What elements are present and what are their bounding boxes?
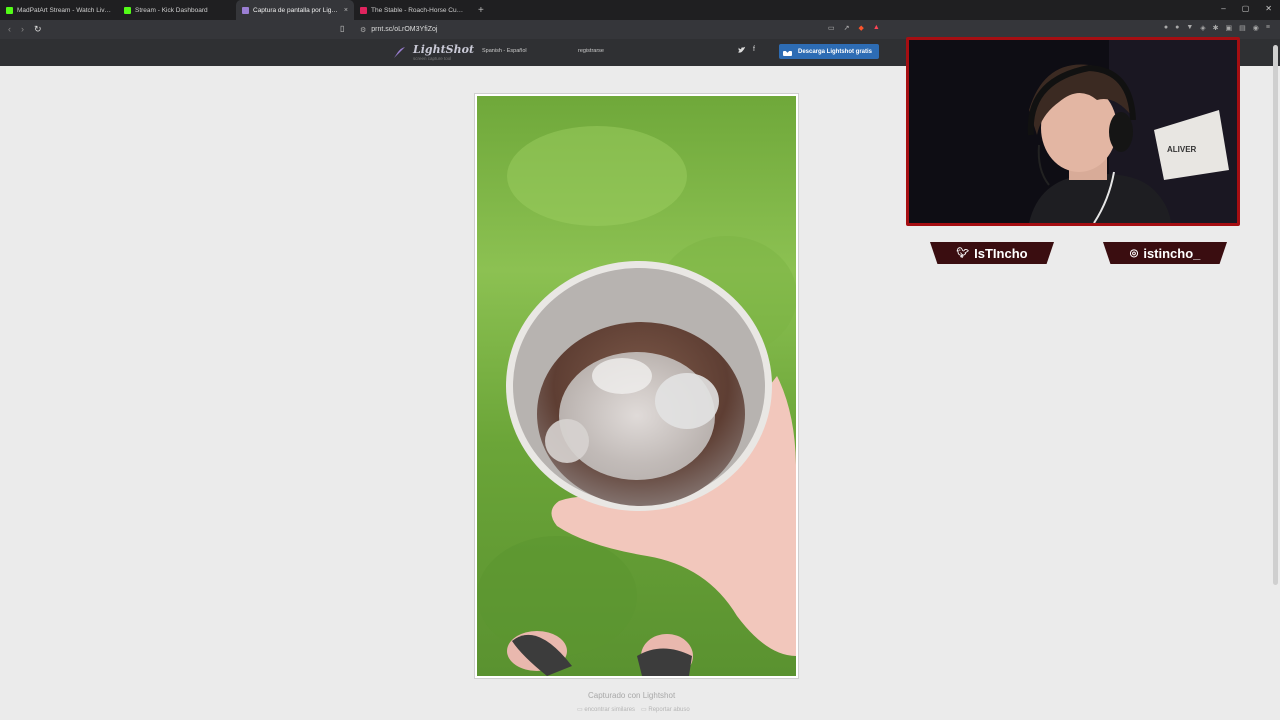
webcam-overlay: ALIVER: [906, 37, 1240, 226]
new-tab-button[interactable]: +: [478, 5, 484, 16]
bookmark-icon[interactable]: ▯: [340, 24, 344, 33]
tab-title: Captura de pantalla por Lightsh: [253, 6, 341, 14]
twitter-handle: IsTIncho: [974, 245, 1028, 261]
reload-icon[interactable]: ↻: [34, 24, 42, 35]
logo-tagline: screen capture tool: [413, 56, 452, 61]
close-window-button[interactable]: ✕: [1265, 4, 1272, 13]
extension-icon[interactable]: ◈: [1200, 24, 1205, 32]
back-arrow-icon[interactable]: ‹: [8, 24, 11, 35]
browser-tab-strip: MadPatArt Stream - Watch Live o Stream -…: [0, 0, 1280, 20]
download-button-label: Descarga Lightshot gratis: [798, 48, 873, 55]
kick-favicon-icon: [6, 6, 13, 14]
wallet-icon[interactable]: ▤: [1239, 24, 1246, 32]
site-settings-icon[interactable]: ⚙: [360, 26, 366, 34]
register-link[interactable]: registrarse: [578, 48, 604, 54]
tab-title: MadPatArt Stream - Watch Live o: [17, 6, 112, 14]
menu-icon[interactable]: ≡: [1266, 24, 1270, 32]
browser-tab-active[interactable]: Captura de pantalla por Lightsh ×: [236, 0, 354, 20]
restore-button[interactable]: ▢: [1242, 4, 1250, 13]
sidebar-icon[interactable]: ▣: [1226, 24, 1233, 32]
download-icon: [783, 47, 792, 56]
vpn-icon[interactable]: ◉: [1253, 24, 1259, 32]
address-bar[interactable]: ⚙ prnt.sc/oLrOM3YfiZoj: [360, 23, 437, 36]
stable-favicon-icon: [360, 6, 367, 14]
lightshot-favicon-icon: [242, 6, 249, 14]
address-bar-actions: ▭ ↗ ◆ ▲: [828, 24, 880, 32]
kick-favicon-icon: [124, 6, 131, 14]
instagram-handle: istincho_: [1143, 245, 1201, 261]
cast-icon[interactable]: ▭: [828, 24, 835, 32]
feather-icon: [394, 47, 405, 58]
captured-with-caption: Capturado con Lightshot: [588, 691, 676, 700]
report-abuse-label: Reportar abuso: [648, 707, 690, 713]
find-similar-label: encontrar similares: [584, 707, 636, 713]
facebook-icon[interactable]: f: [753, 46, 755, 54]
address-text[interactable]: prnt.sc/oLrOM3YfiZoj: [371, 26, 437, 33]
find-similar-link[interactable]: ▭ encontrar similares: [577, 706, 635, 713]
browser-tab[interactable]: MadPatArt Stream - Watch Live o: [0, 0, 118, 20]
chair-text: ALIVER: [1167, 145, 1197, 154]
puzzle-icon[interactable]: ✱: [1213, 24, 1219, 32]
forward-arrow-icon[interactable]: ›: [21, 24, 24, 35]
minimize-button[interactable]: –: [1221, 4, 1225, 13]
language-selector[interactable]: Spanish - Español: [482, 48, 527, 54]
extension-icon[interactable]: ●: [1175, 24, 1179, 32]
brave-shields-icon[interactable]: ◆: [859, 24, 864, 32]
social-links: f: [738, 46, 755, 54]
logo-text: LightShot: [413, 43, 475, 56]
extension-icon[interactable]: ▼: [1186, 24, 1193, 32]
extension-icon[interactable]: ●: [1164, 24, 1168, 32]
image-links: ▭ encontrar similares ▭ Reportar abuso: [577, 706, 690, 713]
instagram-handle-badge: ◎ istincho_: [1103, 242, 1227, 264]
screenshot-frame: [474, 93, 799, 679]
instagram-icon: ◎: [1129, 247, 1139, 259]
twitter-handle-badge: 🐦︎ IsTIncho: [930, 242, 1054, 264]
twitter-icon: 🐦︎: [956, 247, 970, 259]
tab-title: Stream - Kick Dashboard: [135, 6, 208, 14]
close-tab-icon[interactable]: ×: [344, 7, 348, 14]
webcam-video: ALIVER: [909, 40, 1237, 224]
download-lightshot-button[interactable]: Descarga Lightshot gratis: [779, 44, 879, 59]
browser-tab[interactable]: Stream - Kick Dashboard: [118, 0, 236, 20]
twitter-icon[interactable]: [738, 46, 746, 54]
share-icon[interactable]: ↗: [844, 24, 850, 32]
screenshot-photo: [477, 96, 797, 678]
brave-rewards-icon[interactable]: ▲: [873, 24, 880, 32]
extensions-bar: ● ● ▼ ◈ ✱ ▣ ▤ ◉ ≡: [1164, 24, 1270, 32]
window-controls: – ▢ ✕: [1221, 4, 1272, 13]
page-scrollbar[interactable]: [1273, 45, 1278, 585]
browser-tab[interactable]: The Stable - Roach-Horse Customiza: [354, 0, 472, 20]
tab-title: The Stable - Roach-Horse Customiza: [371, 6, 466, 14]
nav-buttons: ‹ › ↻: [8, 24, 42, 35]
report-abuse-link[interactable]: ▭ Reportar abuso: [641, 706, 690, 713]
